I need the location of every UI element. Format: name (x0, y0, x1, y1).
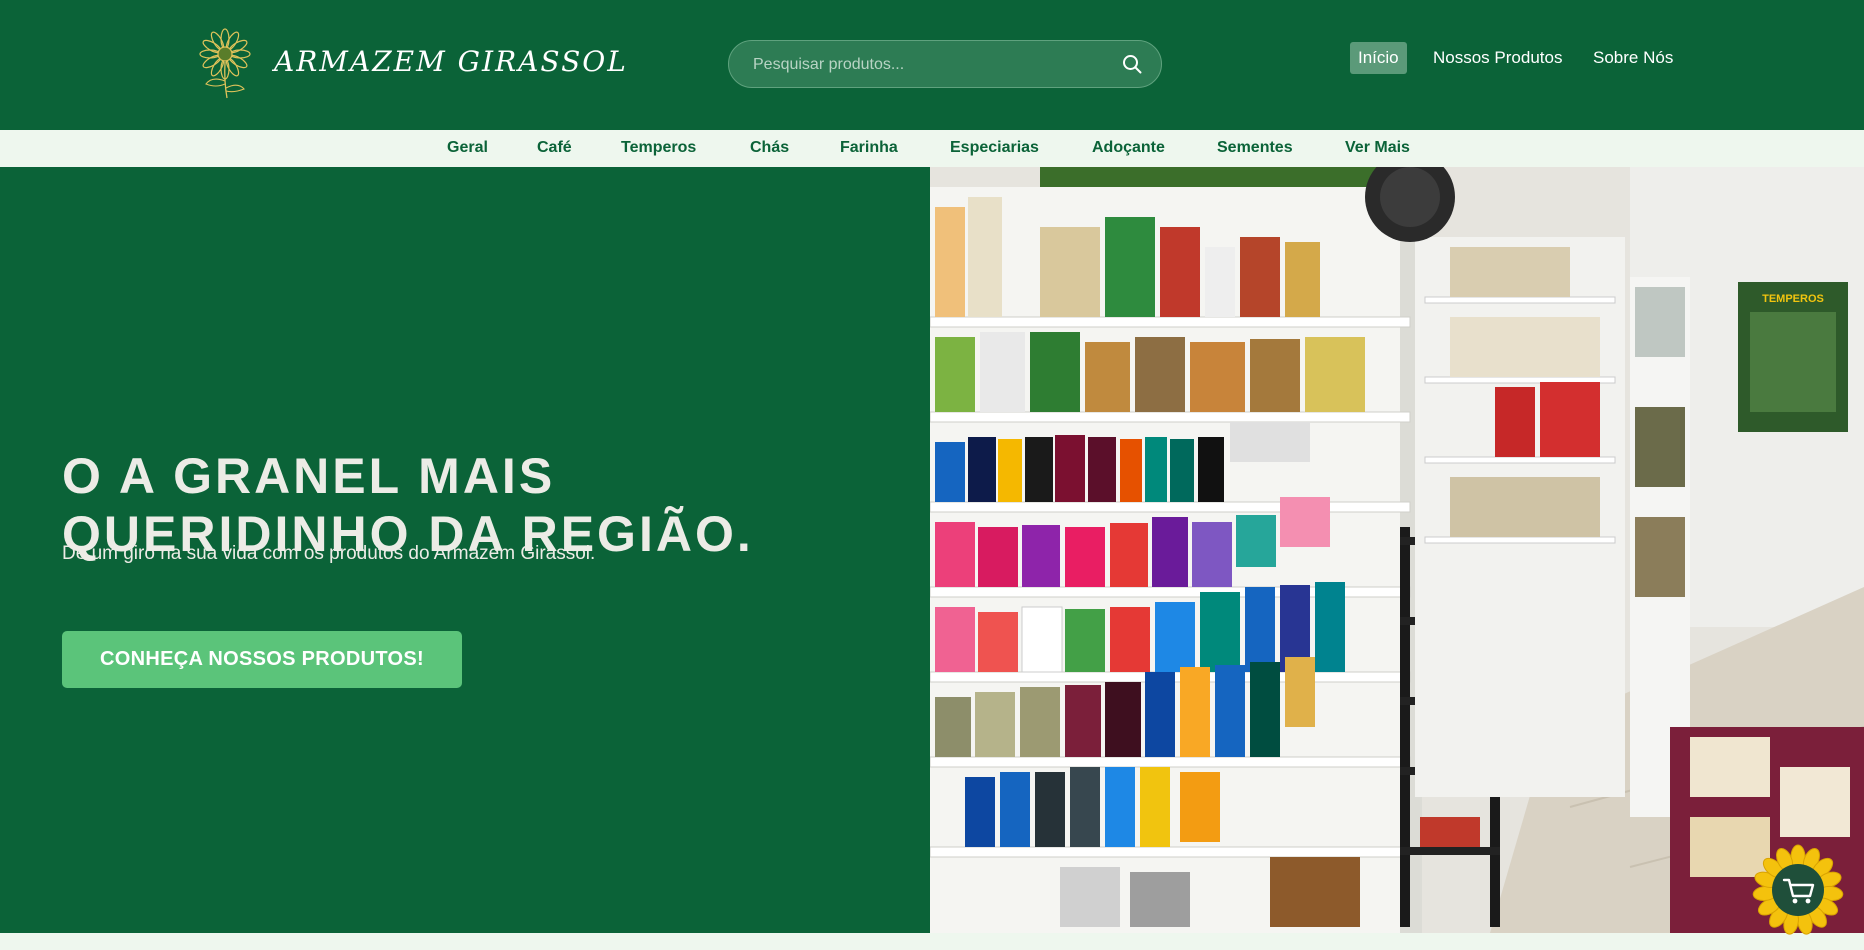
category-especiarias[interactable]: Especiarias (950, 139, 1039, 157)
category-chas[interactable]: Chás (750, 139, 789, 157)
hero-store-photo: TEMPEROS (930, 167, 1864, 933)
search-input[interactable] (751, 41, 1115, 89)
footer-strip (0, 933, 1864, 950)
shopping-cart-icon (1752, 844, 1844, 935)
category-cafe[interactable]: Café (537, 139, 572, 157)
search-bar[interactable] (728, 40, 1162, 89)
site-header: ARMAZEM GIRASSOL Início Nossos Produtos … (0, 0, 1864, 130)
sunflower-logo-icon (199, 28, 251, 99)
brand-name[interactable]: ARMAZEM GIRASSOL (274, 45, 628, 78)
category-sementes[interactable]: Sementes (1217, 139, 1293, 157)
temperos-sign-text: TEMPEROS (1762, 293, 1824, 305)
category-bar: Geral Café Temperos Chás Farinha Especia… (0, 130, 1864, 167)
store-shelves-image: TEMPEROS (930, 167, 1864, 933)
nav-sobre-nos[interactable]: Sobre Nós (1593, 48, 1673, 68)
hero-title-line-1: O A GRANEL MAIS (62, 447, 556, 504)
category-geral[interactable]: Geral (447, 139, 488, 157)
category-temperos[interactable]: Temperos (621, 139, 696, 157)
category-adocante[interactable]: Adoçante (1092, 139, 1165, 157)
nav-nossos-produtos[interactable]: Nossos Produtos (1433, 48, 1562, 68)
nav-inicio[interactable]: Início (1350, 42, 1407, 74)
cta-button[interactable]: CONHEÇA NOSSOS PRODUTOS! (62, 631, 462, 688)
search-icon[interactable] (1121, 53, 1143, 75)
category-ver-mais[interactable]: Ver Mais (1345, 139, 1410, 157)
logo-link[interactable] (198, 26, 252, 100)
category-farinha[interactable]: Farinha (840, 139, 898, 157)
hero-subtitle: De um giro na sua vida com os produtos d… (62, 543, 596, 564)
cart-button[interactable] (1752, 844, 1844, 936)
